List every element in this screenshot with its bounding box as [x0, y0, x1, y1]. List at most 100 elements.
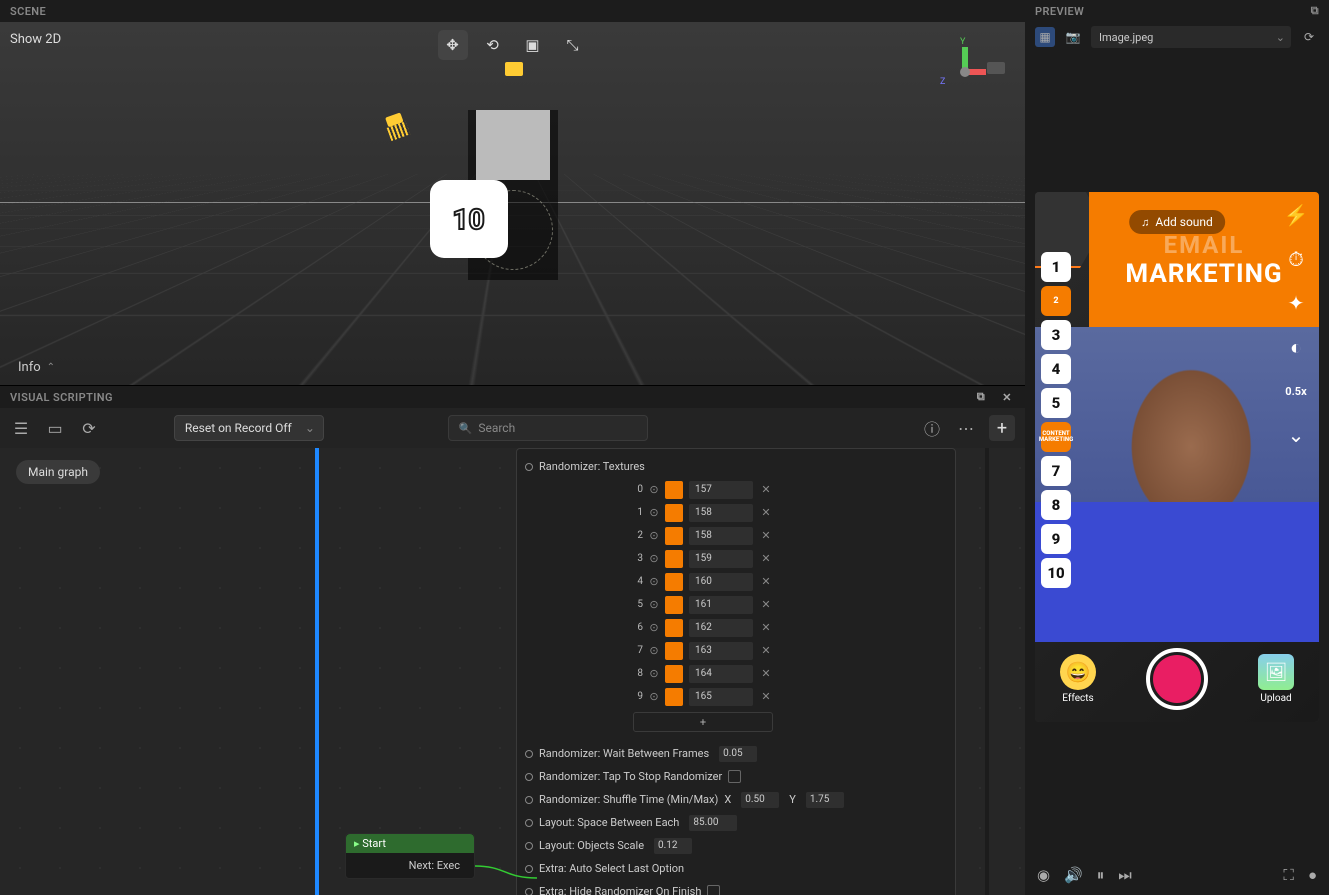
refresh-icon[interactable]: ⟳ — [1299, 27, 1319, 47]
sound-icon[interactable]: 🔊 — [1064, 866, 1083, 884]
input-port[interactable] — [525, 750, 533, 758]
texture-name-field[interactable]: 158 — [689, 504, 753, 522]
link-icon[interactable]: ⊙ — [649, 598, 659, 611]
texture-swatch[interactable] — [665, 481, 683, 499]
add-sound-button[interactable]: Add sound — [1129, 210, 1225, 234]
popout-icon[interactable]: ⧉ — [973, 389, 989, 405]
scale-tool[interactable]: ▣ — [518, 30, 548, 60]
link-icon[interactable]: ⊙ — [649, 690, 659, 703]
tiktok-icon[interactable]: ◉ — [1037, 866, 1050, 884]
remove-texture-button[interactable]: ✕ — [759, 690, 773, 703]
texture-name-field[interactable]: 164 — [689, 665, 753, 683]
remove-texture-button[interactable]: ✕ — [759, 644, 773, 657]
popout-icon[interactable]: ⧉ — [1311, 4, 1319, 18]
remove-texture-button[interactable]: ✕ — [759, 529, 773, 542]
link-icon[interactable]: ⊙ — [649, 667, 659, 680]
texture-swatch[interactable] — [665, 550, 683, 568]
texture-swatch[interactable] — [665, 665, 683, 683]
link-icon[interactable]: ⊙ — [649, 483, 659, 496]
effects-button[interactable]: 😄 Effects — [1060, 654, 1096, 704]
rotate-tool[interactable]: ⟲ — [478, 30, 508, 60]
refresh-icon[interactable]: ⟳ — [78, 417, 100, 439]
preview-file-dropdown[interactable]: Image.jpeg — [1091, 26, 1291, 48]
close-icon[interactable]: ✕ — [999, 389, 1015, 405]
upload-button[interactable]: 🖼 Upload — [1258, 654, 1294, 704]
frame-icon[interactable]: ▭ — [44, 417, 66, 439]
texture-name-field[interactable]: 162 — [689, 619, 753, 637]
pause-icon[interactable]: ⏸ — [1097, 866, 1105, 884]
link-icon[interactable]: ⊙ — [649, 621, 659, 634]
texture-name-field[interactable]: 160 — [689, 573, 753, 591]
input-port[interactable] — [525, 842, 533, 850]
speed-icon[interactable]: 0.5x — [1283, 378, 1309, 404]
remove-texture-button[interactable]: ✕ — [759, 575, 773, 588]
transform-tool[interactable]: ⤡ — [558, 30, 588, 60]
texture-swatch[interactable] — [665, 619, 683, 637]
link-icon[interactable]: ⊙ — [649, 552, 659, 565]
expand-icon[interactable]: ⛶ — [1283, 866, 1294, 884]
space-value[interactable]: 85.00 — [689, 815, 737, 831]
rank-item[interactable]: 22 — [1041, 286, 1071, 316]
search-input[interactable]: Search — [448, 415, 648, 441]
scene-object[interactable]: 10 — [468, 110, 558, 280]
texture-swatch[interactable] — [665, 596, 683, 614]
tap-stop-checkbox[interactable] — [728, 770, 741, 783]
rank-item[interactable]: 8 — [1041, 490, 1071, 520]
record-icon[interactable]: ● — [1308, 866, 1317, 884]
start-node[interactable]: ▸ Start Next: Exec — [345, 833, 475, 879]
texture-name-field[interactable]: 158 — [689, 527, 753, 545]
shuffle-y[interactable]: 1.75 — [806, 792, 844, 808]
texture-name-field[interactable]: 157 — [689, 481, 753, 499]
show-2d-toggle[interactable]: Show 2D — [10, 32, 61, 47]
more-icon[interactable]: ⋯ — [955, 417, 977, 439]
info-icon[interactable]: ⓘ — [921, 417, 943, 439]
reset-mode-dropdown[interactable]: Reset on Record Off — [174, 415, 324, 441]
flash-icon[interactable]: ⚡ — [1283, 202, 1309, 228]
texture-swatch[interactable] — [665, 573, 683, 591]
texture-name-field[interactable]: 165 — [689, 688, 753, 706]
rank-item[interactable]: 9 — [1041, 524, 1071, 554]
texture-swatch[interactable] — [665, 688, 683, 706]
rank-item[interactable]: 10 — [1041, 558, 1071, 588]
input-port[interactable] — [525, 819, 533, 827]
remove-texture-button[interactable]: ✕ — [759, 598, 773, 611]
texture-name-field[interactable]: 159 — [689, 550, 753, 568]
chevron-down-icon[interactable]: ⌄ — [1283, 422, 1309, 448]
rank-item[interactable]: CONTENT MARKETING6 — [1041, 422, 1071, 452]
image-mode-icon[interactable]: ▦ — [1035, 27, 1055, 47]
filters-icon[interactable]: ✦ — [1283, 290, 1309, 316]
link-icon[interactable]: ⊙ — [649, 644, 659, 657]
texture-swatch[interactable] — [665, 504, 683, 522]
timer-icon[interactable]: ⏱ — [1283, 246, 1309, 272]
axis-gizmo[interactable]: Y X Z — [940, 47, 990, 97]
rank-item[interactable]: 1 — [1041, 252, 1071, 282]
input-port[interactable] — [525, 773, 533, 781]
rank-item[interactable]: 5 — [1041, 388, 1071, 418]
texture-name-field[interactable]: 163 — [689, 642, 753, 660]
texture-name-field[interactable]: 161 — [689, 596, 753, 614]
camera-icon[interactable] — [987, 62, 1005, 74]
input-port[interactable] — [525, 463, 533, 471]
hamburger-icon[interactable]: ☰ — [10, 417, 32, 439]
rank-item[interactable]: 4 — [1041, 354, 1071, 384]
texture-swatch[interactable] — [665, 527, 683, 545]
beauty-icon[interactable]: ◐ — [1283, 334, 1309, 360]
remove-texture-button[interactable]: ✕ — [759, 483, 773, 496]
scale-value[interactable]: 0.12 — [654, 838, 692, 854]
texture-swatch[interactable] — [665, 642, 683, 660]
input-port[interactable] — [525, 796, 533, 804]
step-icon[interactable]: ⏭ — [1118, 866, 1132, 884]
link-icon[interactable]: ⊙ — [649, 506, 659, 519]
camera-mode-icon[interactable]: 📷 — [1063, 27, 1083, 47]
main-graph-tab[interactable]: Main graph — [16, 460, 100, 484]
record-button[interactable] — [1146, 648, 1208, 710]
graph-canvas[interactable]: Main graph Randomizer: Textures 0 ⊙ 157 … — [0, 448, 1025, 895]
input-port[interactable] — [525, 888, 533, 895]
add-texture-button[interactable]: + — [633, 712, 773, 732]
move-tool[interactable]: ✥ — [438, 30, 468, 60]
remove-texture-button[interactable]: ✕ — [759, 667, 773, 680]
rank-item[interactable]: 3 — [1041, 320, 1071, 350]
remove-texture-button[interactable]: ✕ — [759, 621, 773, 634]
hide-checkbox[interactable] — [707, 885, 720, 895]
wait-frames-value[interactable]: 0.05 — [719, 746, 757, 762]
